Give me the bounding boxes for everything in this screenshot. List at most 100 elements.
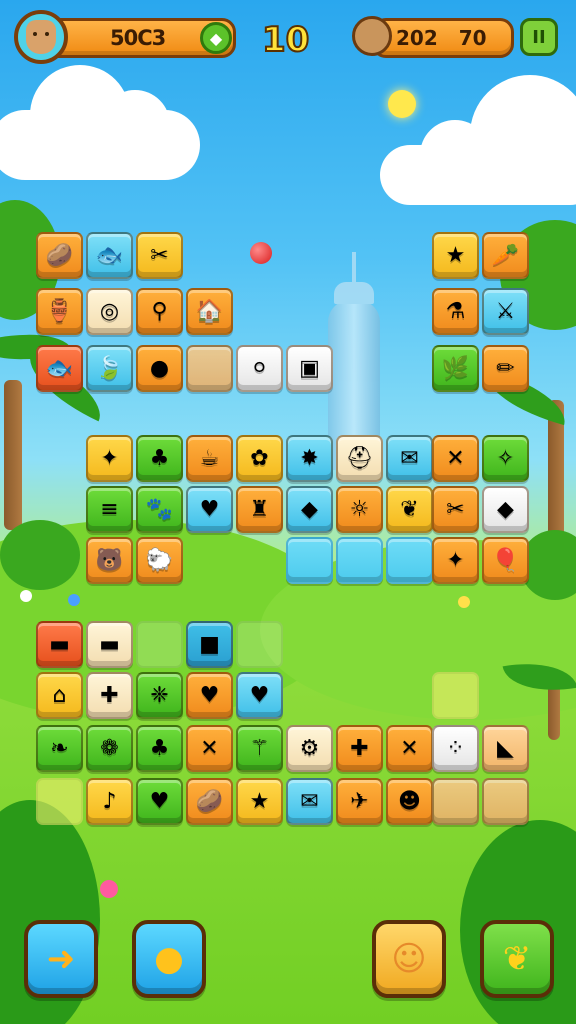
strawberry-icon: ♣ <box>149 445 170 471</box>
tile[interactable]: ☕ <box>186 435 233 482</box>
tile[interactable]: ▬ <box>86 621 133 668</box>
sun-bug-icon: ☼ <box>349 496 370 522</box>
tile[interactable]: ♥ <box>186 672 233 719</box>
tile[interactable]: 🥔 <box>36 232 83 279</box>
tile[interactable]: ♥ <box>186 486 233 533</box>
tile[interactable]: ✉ <box>386 435 433 482</box>
tile[interactable]: ◆ <box>286 486 333 533</box>
tile[interactable]: ✕ <box>386 725 433 772</box>
tile[interactable]: 🏺 <box>36 288 83 335</box>
tile[interactable]: ▣ <box>286 345 333 392</box>
tile[interactable]: ✉ <box>286 778 333 825</box>
tile[interactable]: ☼ <box>336 486 383 533</box>
pink-plane-icon: ✈ <box>350 788 369 814</box>
star-icon: ★ <box>445 242 466 268</box>
donut-icon: ◎ <box>99 298 120 324</box>
tile[interactable]: ♣ <box>136 725 183 772</box>
tile[interactable]: ✸ <box>286 435 333 482</box>
tile[interactable]: ✚ <box>336 725 383 772</box>
tile[interactable]: 🥔 <box>186 778 233 825</box>
back-arrow-icon: ➜ <box>46 939 76 979</box>
tile[interactable]: ✈ <box>336 778 383 825</box>
tile[interactable]: ★ <box>236 778 283 825</box>
tile[interactable]: ⌂ <box>36 672 83 719</box>
tile[interactable]: ⚪ <box>236 345 283 392</box>
tile[interactable]: ❦ <box>386 486 433 533</box>
tile[interactable]: ✂ <box>136 232 183 279</box>
tile <box>432 672 479 719</box>
tile[interactable]: 🐟 <box>86 232 133 279</box>
avatar[interactable] <box>14 10 68 64</box>
tile[interactable]: ✕ <box>186 725 233 772</box>
tile[interactable]: ● <box>136 345 183 392</box>
tile[interactable]: ✂ <box>432 486 479 533</box>
tile[interactable]: ❧ <box>36 725 83 772</box>
star-burst-icon: ✦ <box>100 445 119 471</box>
tile[interactable]: ✦ <box>86 435 133 482</box>
back-button[interactable]: ➜ <box>24 920 98 998</box>
tile[interactable]: ◆ <box>482 486 529 533</box>
leaf-icon: ❧ <box>50 735 69 761</box>
tile[interactable]: ✦ <box>432 537 479 584</box>
tile[interactable]: ✿ <box>236 435 283 482</box>
tile[interactable]: 🏠 <box>186 288 233 335</box>
scissors-icon: ✂ <box>150 242 169 268</box>
tile[interactable]: ◎ <box>86 288 133 335</box>
tile[interactable]: 🐟 <box>36 345 83 392</box>
tile[interactable]: ◣ <box>482 725 529 772</box>
tile[interactable]: ♪ <box>86 778 133 825</box>
red-cross-icon: ✕ <box>200 735 219 761</box>
tile[interactable]: ⚔ <box>482 288 529 335</box>
tile[interactable]: 🎈 <box>482 537 529 584</box>
tile <box>186 345 233 392</box>
tile[interactable]: ⚚ <box>236 725 283 772</box>
tile <box>36 778 83 825</box>
tile[interactable]: ✕ <box>432 435 479 482</box>
tile <box>236 621 283 668</box>
hydrant-icon: ⚲ <box>151 298 168 324</box>
tile[interactable]: ✧ <box>482 435 529 482</box>
helmet-icon: ⛑ <box>345 445 374 471</box>
potato-icon: 🥔 <box>195 788 224 814</box>
bunny-icon: ☺ <box>391 939 427 979</box>
tile[interactable]: ⚲ <box>136 288 183 335</box>
brown-block-icon: ◣ <box>497 735 514 761</box>
tile[interactable]: ⚗ <box>432 288 479 335</box>
tile[interactable]: ❁ <box>86 725 133 772</box>
tile[interactable]: ≡ <box>86 486 133 533</box>
tile[interactable]: ♥ <box>136 778 183 825</box>
tile[interactable]: ♥ <box>236 672 283 719</box>
tile[interactable]: ⚙ <box>286 725 333 772</box>
jar-icon: ⌂ <box>52 682 67 708</box>
tile[interactable]: ★ <box>432 232 479 279</box>
green-heart-icon: ♥ <box>149 788 170 814</box>
tile[interactable]: ⁘ <box>432 725 479 772</box>
tile[interactable]: ✏ <box>482 345 529 392</box>
tile[interactable]: ✚ <box>86 672 133 719</box>
pink-cross-icon: ✚ <box>350 735 369 761</box>
tile[interactable]: 🥕 <box>482 232 529 279</box>
tile[interactable]: ■ <box>186 621 233 668</box>
tile[interactable]: 🐾 <box>136 486 183 533</box>
red-fish-icon: 🐟 <box>45 355 74 381</box>
tile[interactable]: ☻ <box>386 778 433 825</box>
sprout-icon: ❦ <box>400 496 419 522</box>
splash-icon: ✸ <box>300 445 319 471</box>
tile[interactable]: ♣ <box>136 435 183 482</box>
tile[interactable]: ♜ <box>236 486 283 533</box>
sheep-icon: 🐑 <box>145 547 174 573</box>
tile <box>432 778 479 825</box>
tile[interactable]: ⛑ <box>336 435 383 482</box>
flower-ring-icon: ❁ <box>100 735 119 761</box>
tile[interactable]: ▬ <box>36 621 83 668</box>
pet-coin-icon <box>352 16 392 56</box>
tile[interactable]: 🍃 <box>86 345 133 392</box>
tile[interactable]: ❈ <box>136 672 183 719</box>
tile[interactable]: 🐻 <box>86 537 133 584</box>
hint-button[interactable]: ● <box>132 920 206 998</box>
leaf-power-button[interactable]: ❦ <box>480 920 554 998</box>
tile[interactable]: 🐑 <box>136 537 183 584</box>
tile[interactable]: 🌿 <box>432 345 479 392</box>
pet-button[interactable]: ☺ <box>372 920 446 998</box>
tools-icon: ✂ <box>446 496 465 522</box>
